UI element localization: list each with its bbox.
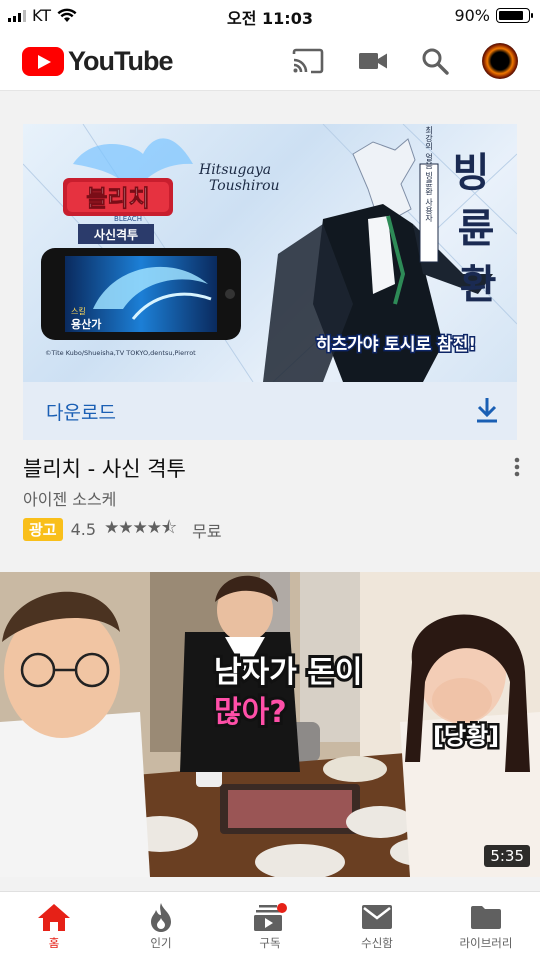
character-title-2: 륜 bbox=[458, 206, 495, 252]
ad-banner-art: 블리치 BLEACH 사신격투 스킬 용산가 ©Tite Kubo/Shueis… bbox=[23, 124, 517, 382]
game-logo-main: 블리치 bbox=[86, 186, 149, 212]
status-bar: KT 오전 11:03 90% bbox=[0, 0, 540, 32]
youtube-play-icon bbox=[22, 47, 64, 76]
nav-label-trending: 인기 bbox=[150, 936, 172, 950]
youtube-logo[interactable]: YouTube bbox=[22, 46, 173, 77]
ad-meta: 광고 4.5 ★★★★⯪ 무료 bbox=[23, 515, 222, 544]
nav-item-library[interactable]: 라이브러리 bbox=[436, 902, 536, 951]
video-reaction-caption: [당황] bbox=[433, 722, 499, 750]
more-vert-icon[interactable] bbox=[514, 457, 520, 477]
character-title-3: 환 bbox=[460, 262, 497, 308]
ad-title[interactable]: 블리치 - 사신 격투 bbox=[23, 453, 186, 483]
ad-banner-image[interactable]: 블리치 BLEACH 사신격투 스킬 용산가 ©Tite Kubo/Shueis… bbox=[23, 124, 517, 382]
phone-caption: 용산가 bbox=[71, 317, 101, 331]
camera-icon bbox=[359, 53, 387, 69]
home-icon bbox=[38, 904, 70, 931]
home-feed: 블리치 BLEACH 사신격투 스킬 용산가 ©Tite Kubo/Shueis… bbox=[0, 91, 540, 891]
flame-icon bbox=[151, 903, 171, 932]
subscriptions-icon bbox=[254, 903, 287, 931]
battery-icon bbox=[496, 8, 533, 23]
nav-item-home[interactable]: 홈 bbox=[4, 902, 104, 951]
avatar[interactable] bbox=[482, 43, 518, 79]
rating-stars-icon: ★★★★⯪ bbox=[104, 518, 177, 538]
nav-item-subscriptions[interactable]: 구독 bbox=[220, 902, 320, 951]
inbox-icon bbox=[362, 905, 392, 929]
nav-label-library: 라이브러리 bbox=[459, 936, 513, 950]
video-caption-line2: 많아? bbox=[214, 695, 287, 730]
nav-label-inbox: 수신함 bbox=[361, 936, 393, 950]
download-label: 다운로드 bbox=[46, 402, 116, 424]
ad-developer: 아이젠 소스케 bbox=[23, 490, 117, 509]
cast-button[interactable] bbox=[291, 44, 325, 78]
battery-percent: 90% bbox=[454, 6, 490, 25]
video-caption-line1: 남자가 돈이 bbox=[214, 655, 362, 690]
video-thumbnail[interactable]: 남자가 돈이 많아? [당황] 5:35 bbox=[0, 572, 540, 877]
character-title-1: 빙 bbox=[453, 150, 490, 196]
game-logo-sub: BLEACH bbox=[114, 215, 142, 223]
search-icon bbox=[422, 48, 449, 75]
ad-rating: 4.5 bbox=[70, 520, 97, 539]
phone-caption-small: 스킬 bbox=[71, 307, 86, 316]
status-right: 90% bbox=[454, 6, 533, 25]
ad-price: 무료 bbox=[192, 521, 222, 541]
ad-card: 블리치 BLEACH 사신격투 스킬 용산가 ©Tite Kubo/Shueis… bbox=[0, 91, 540, 569]
search-button[interactable] bbox=[418, 44, 452, 78]
nav-label-subscriptions: 구독 bbox=[259, 936, 281, 950]
vertical-text: 최강의 얼음 빙륜환 사용자 bbox=[424, 125, 433, 223]
video-duration: 5:35 bbox=[484, 845, 530, 867]
banner-slogan: 히츠가야 토시로 참전! bbox=[316, 334, 476, 355]
upload-camera-button[interactable] bbox=[356, 44, 390, 78]
nav-item-inbox[interactable]: 수신함 bbox=[327, 902, 427, 951]
banner-copyright: ©Tite Kubo/Shueisha,TV TOKYO,dentsu,Pier… bbox=[45, 349, 196, 357]
nav-label-home: 홈 bbox=[48, 936, 60, 950]
download-icon bbox=[477, 398, 497, 423]
logo-wordmark: YouTube bbox=[68, 46, 173, 76]
character-name-en-1: Hitsugaya bbox=[198, 162, 271, 178]
game-logo-tag: 사신격투 bbox=[94, 227, 138, 242]
download-button[interactable]: 다운로드 bbox=[23, 382, 517, 440]
library-icon bbox=[471, 906, 501, 929]
character-name-en-2: Toushirou bbox=[209, 178, 280, 194]
bottom-navigation: 홈 인기 구독 수신함 라이브러리 bbox=[0, 891, 540, 962]
nav-item-trending[interactable]: 인기 bbox=[111, 902, 211, 951]
top-app-bar: YouTube bbox=[0, 32, 540, 91]
character-name-en: Hitsugaya Toushirou bbox=[198, 162, 280, 194]
cast-icon bbox=[292, 48, 324, 74]
ad-badge: 광고 bbox=[23, 518, 63, 541]
video-thumbnail-art: 남자가 돈이 많아? [당황] bbox=[0, 572, 540, 877]
